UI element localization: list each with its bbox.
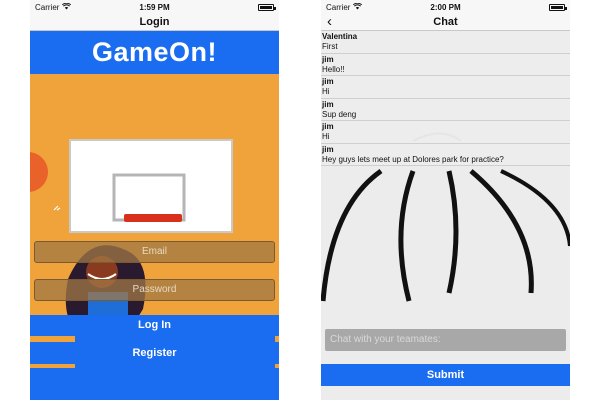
message-text: Hi (322, 132, 330, 141)
password-placeholder: Password (132, 284, 177, 295)
navigation-bar: Login (30, 14, 279, 31)
navigation-bar: ‹ Chat (321, 14, 570, 31)
status-time: 1:59 PM (139, 2, 170, 12)
message-text: First (322, 42, 338, 51)
email-placeholder: Email (141, 246, 167, 257)
battery-icon (258, 3, 276, 11)
message-text: Hello!! (322, 64, 345, 74)
message-row: jim Hi (321, 121, 570, 144)
register-button-label: Register (132, 347, 177, 359)
chat-input-placeholder: Chat with your teamates: (330, 334, 441, 345)
message-row: jim Hey guys lets meet up at Dolores par… (321, 143, 570, 166)
message-text: Sup deng (322, 109, 357, 119)
message-sender: jim (322, 122, 334, 131)
message-sender: jim (322, 144, 334, 154)
message-row: jim Hi (321, 76, 570, 99)
brand-banner: GameOn! (30, 31, 279, 74)
chat-input[interactable]: Chat with your teamates: (325, 329, 566, 351)
screenshot-canvas: Carrier 1:59 PM Login GameOn! Email Pass… (0, 0, 600, 400)
status-time: 2:00 PM (430, 2, 461, 12)
message-row: jim Hello!! (321, 53, 570, 76)
message-row: jim Sup deng (321, 98, 570, 121)
login-button-label: Log In (138, 319, 171, 331)
password-field[interactable]: Password (34, 279, 275, 301)
battery-icon (549, 3, 567, 11)
app-title: GameOn! (91, 37, 218, 67)
status-bar: Carrier 2:00 PM (321, 0, 570, 14)
message-list: Valentina First jim Hello!! jim Hi jim S… (321, 31, 570, 166)
nav-title: Chat (433, 16, 458, 28)
chat-screen: Carrier 2:00 PM ‹ Chat Valentina First j… (321, 0, 570, 400)
message-text: Hey guys lets meet up at Dolores park fo… (322, 154, 504, 164)
status-bar: Carrier 1:59 PM (30, 0, 279, 14)
message-sender: jim (322, 77, 334, 86)
hoop-icon (124, 214, 182, 222)
submit-button[interactable]: Submit (321, 364, 570, 386)
footer-bar (30, 368, 279, 400)
email-field[interactable]: Email (34, 241, 275, 263)
message-sender: Valentina (322, 32, 358, 41)
message-sender: jim (322, 54, 334, 64)
nav-title: Login (139, 16, 170, 28)
submit-button-label: Submit (426, 369, 465, 381)
message-sender: jim (322, 99, 334, 109)
login-screen: Carrier 1:59 PM Login GameOn! Email Pass… (30, 0, 279, 400)
login-button[interactable]: Log In (30, 315, 279, 336)
message-row: Valentina First (321, 31, 570, 54)
chevron-left-icon[interactable]: ‹ (327, 14, 332, 29)
register-button[interactable]: Register (30, 342, 279, 364)
message-text: Hi (322, 87, 330, 96)
